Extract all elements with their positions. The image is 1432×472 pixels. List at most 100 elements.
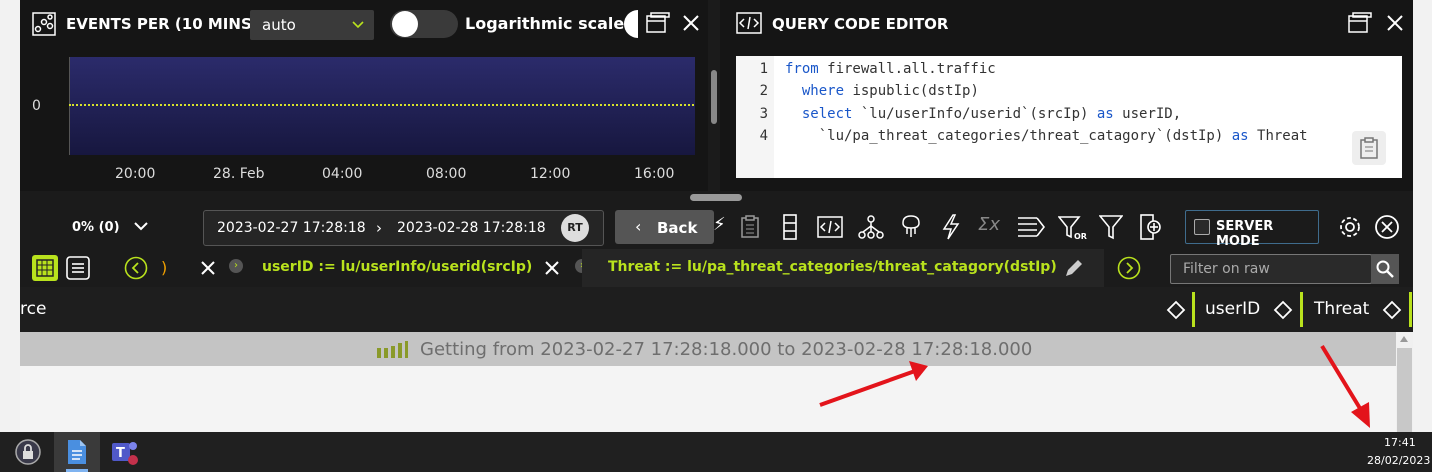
y-tick-label: 0 <box>32 98 41 114</box>
code-line: select `lu/userInfo/userid`(srcIp) as us… <box>785 106 1181 122</box>
query-step-active[interactable]: Threat := lu/pa_threat_categories/threat… <box>582 249 1104 287</box>
sort-diamond-icon[interactable] <box>1273 300 1293 320</box>
scroll-up-arrow-icon[interactable] <box>1400 336 1408 342</box>
svg-text:OR: OR <box>1074 232 1087 241</box>
teams-icon: T <box>112 442 138 465</box>
gear-icon[interactable] <box>1337 214 1363 240</box>
arrow-right-icon: › <box>376 219 382 237</box>
add-document-icon[interactable] <box>1139 213 1161 241</box>
query-step-threat: Threat := lu/pa_threat_categories/threat… <box>608 259 1057 275</box>
formula-icon[interactable]: Σx <box>978 214 1000 235</box>
vertical-scrollbar[interactable] <box>1396 332 1413 432</box>
window-icon[interactable] <box>1348 12 1372 34</box>
close-icon[interactable] <box>200 260 216 276</box>
code-lines: from firewall.all.traffic where ispublic… <box>774 56 1402 178</box>
code-line: `lu/pa_threat_categories/threat_catagory… <box>785 128 1308 144</box>
horizontal-splitter[interactable] <box>20 191 1413 205</box>
chevron-left-icon: ‹ <box>635 217 642 236</box>
brain-icon[interactable] <box>900 214 922 240</box>
annotation-arrow <box>819 361 928 407</box>
server-mode-checkbox[interactable] <box>1194 219 1210 235</box>
server-mode-toggle[interactable]: SERVER MODE <box>1185 210 1319 249</box>
date-to[interactable]: 2023-02-28 17:28:18 <box>397 220 546 236</box>
chevron-right-circle-icon[interactable] <box>1117 256 1141 280</box>
scrollbar-thumb[interactable] <box>1397 348 1412 432</box>
list-view-icon[interactable] <box>66 256 90 280</box>
code-text: `lu/userInfo/userid`(srcIp) <box>852 106 1097 122</box>
table-view-button[interactable] <box>32 255 58 281</box>
window-icon[interactable] <box>646 12 670 34</box>
aggregate-icon[interactable] <box>1017 215 1045 239</box>
line-number: 2 <box>759 83 768 99</box>
close-icon[interactable] <box>682 14 700 32</box>
log-scale-label: Logarithmic scale <box>465 14 625 33</box>
chevron-down-icon <box>352 21 364 29</box>
column-divider[interactable] <box>1300 292 1303 327</box>
events-title: EVENTS PER (10 MINS) <box>66 15 259 33</box>
pencil-icon[interactable] <box>1063 257 1085 279</box>
code-text: firewall.all.traffic <box>818 61 996 77</box>
copy-button[interactable] <box>1352 131 1386 165</box>
back-button[interactable]: ‹ Back <box>615 210 714 244</box>
right-edge-strip <box>1413 0 1432 432</box>
code-text: Threat <box>1248 128 1308 144</box>
interval-select[interactable]: auto <box>250 10 374 40</box>
columns-icon[interactable] <box>783 214 797 240</box>
lightning-icon[interactable]: ⚡ <box>713 214 726 235</box>
progress-indicator: 0% (0) <box>72 220 120 235</box>
query-editor-panel: QUERY CODE EDITOR 1 2 3 4 from firewall.… <box>720 0 1413 191</box>
vertical-splitter[interactable] <box>708 0 720 191</box>
second-toggle-partial[interactable] <box>624 10 638 38</box>
realtime-badge[interactable]: RT <box>561 214 589 242</box>
chart-network-icon <box>32 12 56 36</box>
close-circle-icon[interactable] <box>1374 214 1400 240</box>
query-chain-bar: ) › userID := lu/userInfo/userid(srcIp) … <box>20 249 1413 287</box>
code-editor[interactable]: 1 2 3 4 from firewall.all.traffic where … <box>736 56 1402 178</box>
taskbar-app-vpn[interactable] <box>8 432 48 472</box>
code-text: ispublic(dstIp) <box>844 83 979 99</box>
code-icon[interactable] <box>817 216 843 238</box>
code-text: `lu/pa_threat_categories/threat_catagory… <box>785 128 1232 144</box>
chevron-left-circle-icon[interactable] <box>124 256 148 280</box>
query-step-userid[interactable]: userID := lu/userInfo/userid(srcIp) <box>262 259 532 275</box>
code-line: where ispublic(dstIp) <box>785 83 979 99</box>
query-editor-title: QUERY CODE EDITOR <box>772 15 949 33</box>
close-icon[interactable] <box>1386 14 1404 32</box>
column-divider[interactable] <box>1192 292 1195 327</box>
os-taskbar: T 17:41 28/02/2023 <box>0 432 1432 472</box>
column-header-row: rce userID Threat <box>20 287 1413 332</box>
x-tick-label: 16:00 <box>634 166 675 182</box>
column-header-userid[interactable]: userID <box>1205 299 1260 319</box>
taskbar-app-teams[interactable]: T <box>104 432 144 472</box>
column-divider[interactable] <box>1409 292 1412 327</box>
taskbar-app-notepad[interactable] <box>54 432 100 472</box>
sort-diamond-icon[interactable] <box>1166 300 1186 320</box>
clock-time[interactable]: 17:41 <box>1384 436 1416 449</box>
x-tick-label: 20:00 <box>115 166 156 182</box>
tree-icon[interactable] <box>858 214 884 240</box>
column-header-threat[interactable]: Threat <box>1314 299 1369 319</box>
log-scale-toggle[interactable] <box>390 10 458 38</box>
keyword: as <box>1231 128 1249 144</box>
clipboard-icon <box>1360 137 1378 159</box>
filter-raw-input[interactable]: Filter on raw <box>1170 254 1372 284</box>
clock-date[interactable]: 28/02/2023 <box>1367 454 1430 467</box>
server-mode-label: SERVER MODE <box>1216 219 1274 249</box>
events-panel: EVENTS PER (10 MINS) auto Logarithmic sc… <box>20 0 708 191</box>
date-range-picker[interactable]: 2023-02-27 17:28:18 › 2023-02-28 17:28:1… <box>203 210 604 246</box>
filter-icon[interactable] <box>1099 214 1123 240</box>
splitter-handle[interactable] <box>711 70 717 124</box>
search-button[interactable] <box>1371 254 1399 284</box>
column-header-source[interactable]: rce <box>20 299 46 319</box>
filter-or-icon[interactable]: OR <box>1058 215 1088 241</box>
chevron-down-icon[interactable] <box>134 222 148 231</box>
splitter-handle[interactable] <box>690 194 742 201</box>
date-from[interactable]: 2023-02-27 17:28:18 <box>217 220 366 236</box>
results-grid: Getting from 2023-02-27 17:28:18.000 to … <box>20 332 1413 432</box>
clipboard-icon[interactable] <box>740 215 760 239</box>
sort-diamond-icon[interactable] <box>1382 300 1402 320</box>
events-chart: 0 20:00 28. Feb 04:00 08:00 12:00 16:00 <box>20 48 708 191</box>
lightning-icon[interactable] <box>942 214 960 240</box>
close-icon[interactable] <box>544 260 560 276</box>
keyword: as <box>1096 106 1114 122</box>
